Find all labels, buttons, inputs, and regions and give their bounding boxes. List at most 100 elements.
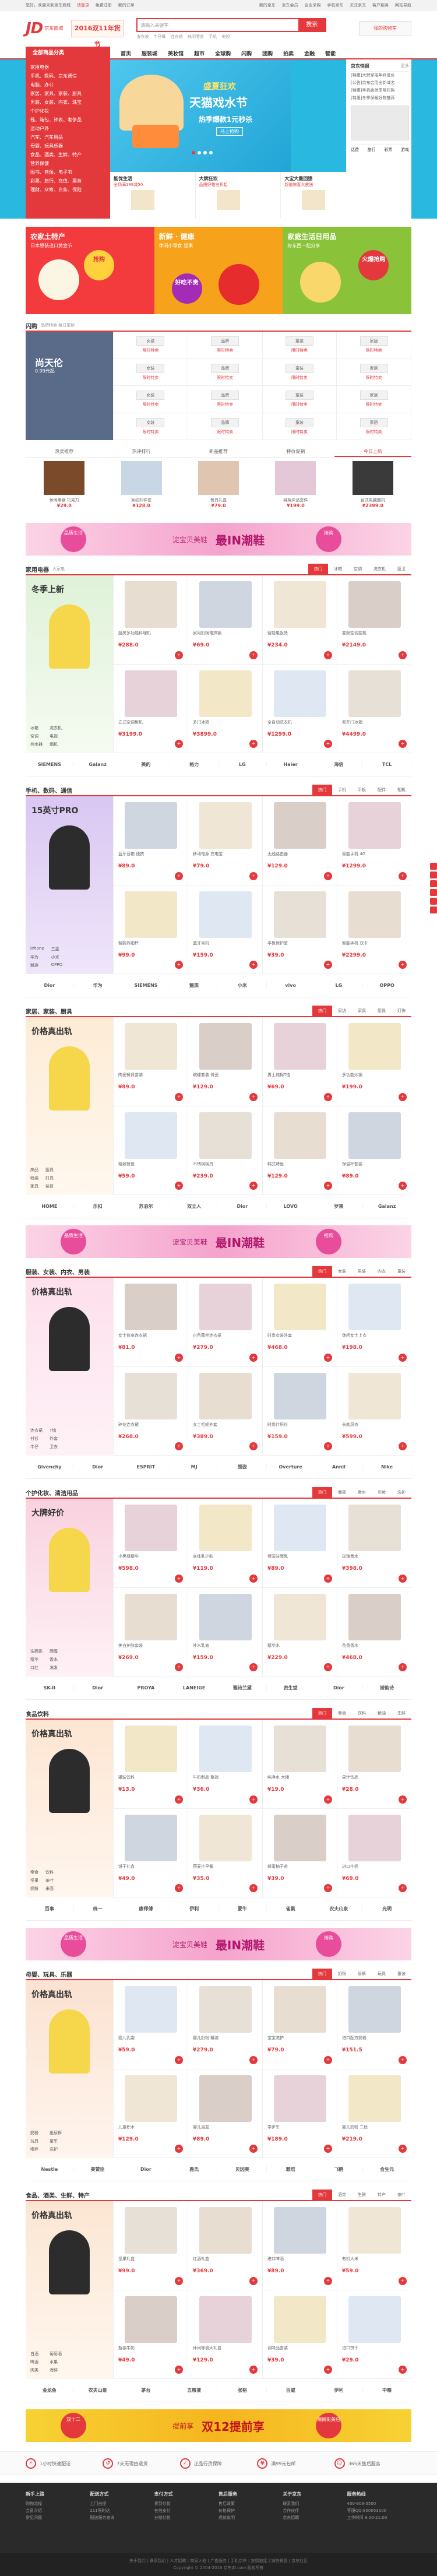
footer-link[interactable]: 211限时达: [90, 2507, 154, 2514]
category-item[interactable]: 家居、家具、家装、厨具: [30, 89, 105, 98]
brand-logo[interactable]: LG: [315, 983, 364, 988]
product-card[interactable]: 多功能炒锅 ¥199.0 +: [337, 1017, 411, 1106]
brand-logo[interactable]: 五粮液: [170, 2387, 218, 2394]
floor-keyword[interactable]: 空调: [30, 733, 43, 739]
product-card[interactable]: 女士修身连衣裙 ¥81.0 +: [113, 1278, 188, 1367]
category-item[interactable]: 电脑、办公: [30, 80, 105, 89]
brand-logo[interactable]: Dior: [218, 1204, 267, 1209]
floor-keyword[interactable]: 纸尿裤: [50, 2130, 62, 2136]
ad-banner[interactable]: 双十二 提前享 双12提前享 潮尚街美包: [26, 2409, 411, 2442]
footer-link[interactable]: 联系我们: [283, 2500, 347, 2507]
ad-banner[interactable]: 品质生活 淀宝贝美鞋 最IN潮鞋 抢购: [26, 1225, 411, 1258]
product-card[interactable]: 无线路由器 ¥129.0 +: [262, 796, 337, 885]
add-to-cart-icon[interactable]: +: [175, 1795, 183, 1804]
floor-keyword[interactable]: 连衣裙: [30, 1428, 43, 1433]
brand-logo[interactable]: 资生堂: [267, 1685, 315, 1691]
brand-logo[interactable]: PROYA: [122, 1685, 171, 1691]
floor-keyword[interactable]: 茶叶: [45, 1878, 54, 1883]
news-item[interactable]: [特惠]冬季保暖好物推荐: [351, 94, 409, 102]
floor-tab[interactable]: 生鲜: [392, 1708, 411, 1718]
add-to-cart-icon[interactable]: +: [249, 651, 258, 659]
register-link[interactable]: 免费注册: [96, 3, 112, 8]
brand-logo[interactable]: 蒙牛: [218, 1906, 267, 1912]
product-card[interactable]: 餐具礼盒 ¥79.0: [180, 458, 257, 516]
brand-logo[interactable]: Galanz: [74, 762, 122, 767]
add-to-cart-icon[interactable]: +: [249, 2145, 258, 2153]
floor-tab[interactable]: 手机: [332, 785, 352, 795]
carousel-dot[interactable]: [203, 151, 207, 154]
product-card[interactable]: 蓝牙耳机 ¥159.0 +: [188, 885, 262, 974]
brand-logo[interactable]: 双立人: [170, 1203, 218, 1210]
product-card[interactable]: 瓶装牛奶 ¥49.0 +: [113, 2290, 188, 2379]
product-card[interactable]: 碗碟套装 骨瓷 ¥129.0 +: [188, 1017, 262, 1106]
brand-logo[interactable]: LANEIGE: [170, 1685, 218, 1691]
add-to-cart-icon[interactable]: +: [324, 651, 332, 659]
floor-tab[interactable]: 平板: [352, 785, 372, 795]
floor-tab[interactable]: 热门: [312, 785, 332, 795]
brand-logo[interactable]: 百威: [267, 2387, 315, 2394]
floor-tab[interactable]: 特产: [372, 2190, 392, 2200]
brand-logo[interactable]: 美赞臣: [74, 2166, 122, 2173]
add-to-cart-icon[interactable]: +: [399, 2276, 407, 2285]
floor-feature[interactable]: 价格真出轨 零食 饮料 坚果 茶叶 奶粉 米面: [26, 1720, 113, 1897]
floor-feature[interactable]: 价格真出轨 白酒 葡萄酒 啤酒 水果 肉类 海鲜: [26, 2201, 113, 2379]
product-card[interactable]: 饼干礼盒 ¥49.0 +: [113, 1808, 188, 1897]
product-card[interactable]: 纯净水 大桶 ¥19.0 +: [262, 1720, 337, 1809]
sub-ad[interactable]: 大牌狂欢 品质好物五折起: [196, 172, 281, 219]
brand-logo[interactable]: 金龙鱼: [26, 2387, 74, 2394]
footer-link[interactable]: 400-606-5500: [347, 2500, 411, 2507]
floor-jump[interactable]: [430, 906, 437, 913]
product-card[interactable]: 女士毛呢外套 ¥389.0 +: [188, 1366, 262, 1456]
floor-feature[interactable]: 价格真出轨 床品 厨具 收纳 灯具 家具 装修: [26, 1017, 113, 1195]
nav-item[interactable]: 美妆馆: [168, 50, 184, 57]
category-item[interactable]: 营养保健: [30, 159, 105, 168]
add-to-cart-icon[interactable]: +: [399, 2366, 407, 2374]
brand-logo[interactable]: 雀巢: [267, 1906, 315, 1912]
add-to-cart-icon[interactable]: +: [175, 1884, 183, 1892]
add-to-cart-icon[interactable]: +: [249, 2055, 258, 2064]
promo-tile[interactable]: 农家土特产 日本原装进口黄金节 抢购: [26, 227, 154, 314]
brand-logo[interactable]: Givenchy: [26, 1464, 74, 1470]
orders-link[interactable]: 我的订单: [118, 3, 135, 8]
floor-tab[interactable]: 厨卫: [392, 564, 411, 574]
floor-tab[interactable]: 灯饰: [392, 1006, 411, 1016]
add-to-cart-icon[interactable]: +: [399, 1092, 407, 1101]
product-card[interactable]: 进口牛奶 ¥69.0 +: [337, 1808, 411, 1897]
flash-cell[interactable]: 品牌 限时特卖: [188, 332, 263, 359]
product-card[interactable]: 双开门冰箱 ¥4499.0 +: [337, 664, 411, 753]
brand-logo[interactable]: 统一: [74, 1906, 122, 1912]
brand-logo[interactable]: 惠氏: [170, 2166, 218, 2173]
product-card[interactable]: 碎花连衣裙 ¥268.0 +: [113, 1366, 188, 1456]
add-to-cart-icon[interactable]: +: [175, 2055, 183, 2064]
brand-logo[interactable]: Dior: [74, 1464, 122, 1470]
brand-logo[interactable]: Nike: [363, 1464, 411, 1470]
search-button[interactable]: 搜索: [298, 19, 326, 31]
news-more-link[interactable]: 更多: [401, 63, 409, 69]
footer-link[interactable]: 客服QQ:800053100: [347, 2507, 411, 2514]
brand-logo[interactable]: OPPO: [363, 983, 411, 988]
product-card[interactable]: 学步车 ¥189.0 +: [262, 2069, 337, 2158]
floor-jump[interactable]: [430, 863, 437, 870]
category-item[interactable]: 汽车、汽车用品: [30, 133, 105, 142]
flash-cell[interactable]: 品牌 限时特卖: [188, 386, 263, 413]
brand-logo[interactable]: 康师傅: [122, 1906, 171, 1912]
floor-keyword[interactable]: 奶粉: [30, 1886, 38, 1892]
nav-item[interactable]: 全球购: [215, 50, 231, 57]
product-card[interactable]: 韩式烤盘 ¥129.0 +: [262, 1106, 337, 1195]
footer-link[interactable]: 退款说明: [218, 2514, 283, 2521]
floor-tab[interactable]: 童装: [392, 1266, 411, 1277]
brand-logo[interactable]: 魅族: [170, 982, 218, 989]
floor-tab[interactable]: 男装: [352, 1266, 372, 1277]
flash-cell[interactable]: 女装 限时特卖: [114, 332, 188, 359]
product-card[interactable]: 变频空调挂机 ¥2149.0 +: [337, 575, 411, 665]
brand-logo[interactable]: 华为: [74, 982, 122, 989]
add-to-cart-icon[interactable]: +: [324, 2366, 332, 2374]
floor-tab[interactable]: 家具: [352, 1006, 372, 1016]
add-to-cart-icon[interactable]: +: [249, 1884, 258, 1892]
floor-tab[interactable]: 奶粉: [332, 1969, 352, 1979]
product-card[interactable]: 牛奶制品 整箱 ¥36.0 +: [188, 1720, 262, 1809]
footer-link[interactable]: 配送服务查询: [90, 2514, 154, 2521]
floor-keyword[interactable]: OPPO: [51, 962, 65, 968]
floor-keyword[interactable]: 衬衫: [30, 1436, 43, 1442]
footer-link[interactable]: 购物流程: [26, 2500, 90, 2507]
